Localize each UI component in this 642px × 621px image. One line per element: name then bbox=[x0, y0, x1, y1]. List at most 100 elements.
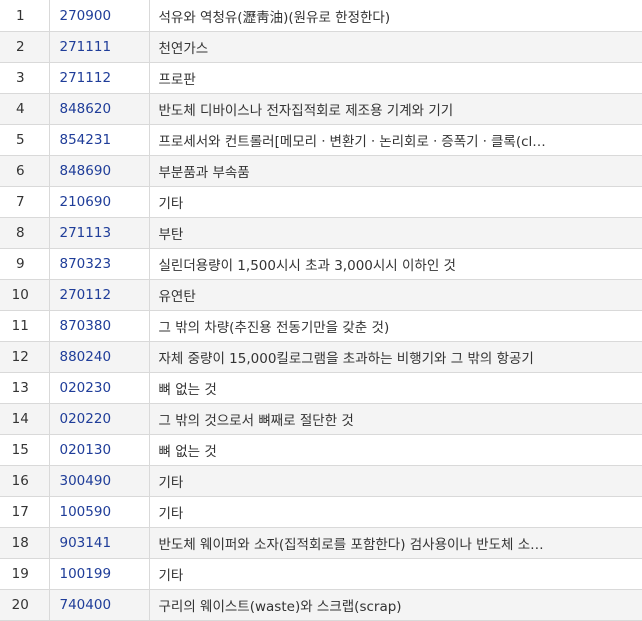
item-name-cell: 그 밖의 차량(추진용 전동기만을 갖춘 것) bbox=[149, 310, 642, 342]
hs-code-cell: 271113 bbox=[48, 217, 150, 249]
rank-cell: 9 bbox=[0, 248, 49, 280]
table-row: 13 020230 뼈 없는 것 bbox=[0, 372, 642, 404]
hs-code-link[interactable]: 020220 bbox=[60, 411, 112, 427]
item-name-cell: 구리의 웨이스트(waste)와 스크랩(scrap) bbox=[149, 589, 642, 621]
rank-cell: 17 bbox=[0, 496, 49, 528]
table-row: 7 210690 기타 bbox=[0, 186, 642, 218]
hs-code-cell: 210690 bbox=[48, 186, 150, 218]
hs-code-cell: 740400 bbox=[48, 589, 150, 621]
table-row: 16 300490 기타 bbox=[0, 465, 642, 497]
table-row: 6 848690 부분품과 부속품 bbox=[0, 155, 642, 187]
hs-code-link[interactable]: 210690 bbox=[60, 194, 112, 210]
hs-code-cell: 020230 bbox=[48, 372, 150, 404]
item-name-cell: 프로판 bbox=[149, 62, 642, 94]
item-name-cell: 천연가스 bbox=[149, 31, 642, 63]
hs-code-ranking-table: 1 270900 석유와 역청유(瀝靑油)(원유로 한정한다) 2 271111 천연가… bbox=[0, 0, 642, 621]
table-row: 10 270112 유연탄 bbox=[0, 279, 642, 311]
hs-code-link[interactable]: 870323 bbox=[60, 256, 112, 272]
item-name-cell: 유연탄 bbox=[149, 279, 642, 311]
table-row: 12 880240 자체 중량이 15,000킬로그램을 초과하는 비행기와 그 밖… bbox=[0, 341, 642, 373]
rank-cell: 1 bbox=[0, 0, 49, 32]
item-name-cell: 실린더용량이 1,500시시 초과 3,000시시 이하인 것 bbox=[149, 248, 642, 280]
rank-cell: 8 bbox=[0, 217, 49, 249]
item-name-cell: 뼈 없는 것 bbox=[149, 372, 642, 404]
item-name-cell: 기타 bbox=[149, 558, 642, 590]
item-name-cell: 프로세서와 컨트롤러[메모리ㆍ변환기ㆍ논리회로ㆍ증폭기ㆍ클록(cl… bbox=[149, 124, 642, 156]
hs-code-link[interactable]: 854231 bbox=[60, 132, 112, 148]
rank-cell: 6 bbox=[0, 155, 49, 187]
hs-code-cell: 880240 bbox=[48, 341, 150, 373]
hs-code-cell: 271112 bbox=[48, 62, 150, 94]
hs-code-cell: 903141 bbox=[48, 527, 150, 559]
rank-cell: 13 bbox=[0, 372, 49, 404]
hs-code-cell: 870380 bbox=[48, 310, 150, 342]
hs-code-cell: 270900 bbox=[48, 0, 150, 32]
item-name-cell: 부탄 bbox=[149, 217, 642, 249]
rank-cell: 5 bbox=[0, 124, 49, 156]
table-row: 17 100590 기타 bbox=[0, 496, 642, 528]
table-row: 8 271113 부탄 bbox=[0, 217, 642, 249]
hs-code-cell: 870323 bbox=[48, 248, 150, 280]
table-row: 20 740400 구리의 웨이스트(waste)와 스크랩(scrap) bbox=[0, 589, 642, 621]
hs-code-cell: 848690 bbox=[48, 155, 150, 187]
rank-cell: 20 bbox=[0, 589, 49, 621]
table-row: 3 271112 프로판 bbox=[0, 62, 642, 94]
table-row: 1 270900 석유와 역청유(瀝靑油)(원유로 한정한다) bbox=[0, 0, 642, 32]
hs-code-link[interactable]: 270900 bbox=[60, 8, 112, 24]
hs-code-cell: 020130 bbox=[48, 434, 150, 466]
rank-cell: 2 bbox=[0, 31, 49, 63]
rank-cell: 14 bbox=[0, 403, 49, 435]
hs-code-cell: 300490 bbox=[48, 465, 150, 497]
rank-cell: 19 bbox=[0, 558, 49, 590]
hs-code-link[interactable]: 100590 bbox=[60, 504, 112, 520]
item-name-cell: 반도체 디바이스나 전자집적회로 제조용 기계와 기기 bbox=[149, 93, 642, 125]
hs-code-link[interactable]: 020130 bbox=[60, 442, 112, 458]
hs-code-cell: 271111 bbox=[48, 31, 150, 63]
hs-code-link[interactable]: 880240 bbox=[60, 349, 112, 365]
table-row: 19 100199 기타 bbox=[0, 558, 642, 590]
item-name-cell: 반도체 웨이퍼와 소자(집적회로를 포함한다) 검사용이나 반도체 소… bbox=[149, 527, 642, 559]
hs-code-cell: 020220 bbox=[48, 403, 150, 435]
item-name-cell: 뼈 없는 것 bbox=[149, 434, 642, 466]
hs-code-cell: 100590 bbox=[48, 496, 150, 528]
table-row: 18 903141 반도체 웨이퍼와 소자(집적회로를 포함한다) 검사용이나 반도… bbox=[0, 527, 642, 559]
rank-cell: 10 bbox=[0, 279, 49, 311]
hs-code-link[interactable]: 848690 bbox=[60, 163, 112, 179]
hs-code-link[interactable]: 020230 bbox=[60, 380, 112, 396]
hs-code-cell: 100199 bbox=[48, 558, 150, 590]
hs-code-cell: 270112 bbox=[48, 279, 150, 311]
hs-code-link[interactable]: 271113 bbox=[60, 225, 112, 241]
rank-cell: 7 bbox=[0, 186, 49, 218]
hs-code-link[interactable]: 271111 bbox=[60, 39, 112, 55]
table-row: 9 870323 실린더용량이 1,500시시 초과 3,000시시 이하인 것 bbox=[0, 248, 642, 280]
hs-code-link[interactable]: 740400 bbox=[60, 597, 112, 613]
item-name-cell: 부분품과 부속품 bbox=[149, 155, 642, 187]
hs-code-link[interactable]: 300490 bbox=[60, 473, 112, 489]
item-name-cell: 그 밖의 것으로서 뼈째로 절단한 것 bbox=[149, 403, 642, 435]
table-body: 1 270900 석유와 역청유(瀝靑油)(원유로 한정한다) 2 271111 천연가… bbox=[0, 0, 642, 621]
hs-code-cell: 854231 bbox=[48, 124, 150, 156]
item-name-cell: 자체 중량이 15,000킬로그램을 초과하는 비행기와 그 밖의 항공기 bbox=[149, 341, 642, 373]
rank-cell: 15 bbox=[0, 434, 49, 466]
rank-cell: 18 bbox=[0, 527, 49, 559]
rank-cell: 4 bbox=[0, 93, 49, 125]
item-name-cell: 기타 bbox=[149, 496, 642, 528]
table-row: 2 271111 천연가스 bbox=[0, 31, 642, 63]
table-row: 4 848620 반도체 디바이스나 전자집적회로 제조용 기계와 기기 bbox=[0, 93, 642, 125]
hs-code-link[interactable]: 848620 bbox=[60, 101, 112, 117]
rank-cell: 16 bbox=[0, 465, 49, 497]
hs-code-link[interactable]: 100199 bbox=[60, 566, 112, 582]
hs-code-link[interactable]: 870380 bbox=[60, 318, 112, 334]
table-row: 14 020220 그 밖의 것으로서 뼈째로 절단한 것 bbox=[0, 403, 642, 435]
item-name-cell: 기타 bbox=[149, 465, 642, 497]
rank-cell: 12 bbox=[0, 341, 49, 373]
item-name-cell: 기타 bbox=[149, 186, 642, 218]
hs-code-link[interactable]: 270112 bbox=[60, 287, 112, 303]
item-name-cell: 석유와 역청유(瀝靑油)(원유로 한정한다) bbox=[149, 0, 642, 32]
table-row: 5 854231 프로세서와 컨트롤러[메모리ㆍ변환기ㆍ논리회로ㆍ증폭기ㆍ클록(cl… bbox=[0, 124, 642, 156]
hs-code-link[interactable]: 903141 bbox=[60, 535, 112, 551]
table-row: 11 870380 그 밖의 차량(추진용 전동기만을 갖춘 것) bbox=[0, 310, 642, 342]
hs-code-link[interactable]: 271112 bbox=[60, 70, 112, 86]
rank-cell: 3 bbox=[0, 62, 49, 94]
rank-cell: 11 bbox=[0, 310, 49, 342]
